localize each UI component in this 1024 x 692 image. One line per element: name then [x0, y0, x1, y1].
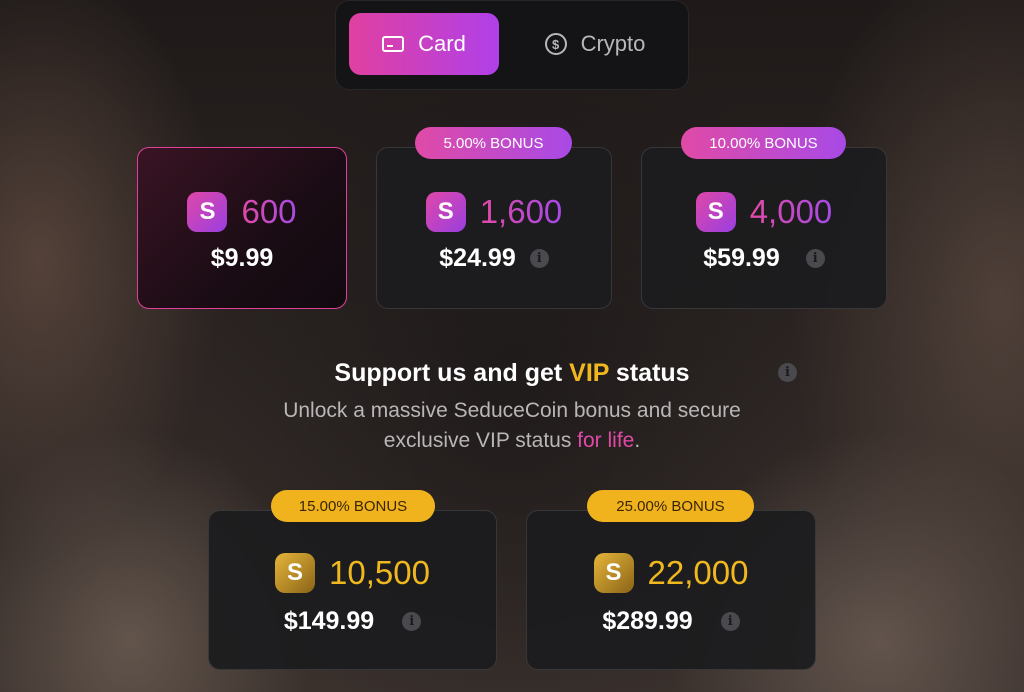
- package-price: $149.99: [283, 607, 375, 635]
- seducecoin-icon: S: [695, 192, 736, 232]
- coin-amount: 600: [241, 193, 297, 230]
- vip-highlight: VIP: [569, 359, 609, 387]
- dollar-coin-icon: $: [544, 33, 567, 55]
- seducecoin-icon: S: [425, 192, 466, 232]
- package-600[interactable]: S 600 $9.99: [137, 147, 347, 309]
- bonus-badge: 5.00% BONUS: [415, 127, 572, 159]
- bonus-badge: 15.00% BONUS: [271, 490, 435, 522]
- package-price: $9.99: [210, 244, 274, 272]
- vip-info-icon[interactable]: i: [778, 363, 797, 382]
- info-icon[interactable]: i: [529, 249, 549, 268]
- package-price: $24.99: [439, 244, 516, 272]
- tab-crypto-label: Crypto: [580, 31, 646, 56]
- package-1600[interactable]: S 1,600 $24.99 i: [376, 147, 612, 309]
- package-price: $289.99: [602, 607, 693, 635]
- tab-crypto[interactable]: $ Crypto: [510, 13, 680, 75]
- vip-package-22000[interactable]: S 22,000 $289.99 i: [526, 510, 816, 670]
- coin-amount: 4,000: [749, 193, 833, 230]
- vip-heading-text: status: [608, 359, 690, 387]
- bonus-badge: 25.00% BONUS: [587, 490, 754, 522]
- tab-card[interactable]: Card: [349, 13, 499, 75]
- for-life-highlight: for life: [577, 429, 635, 452]
- coin-amount: 22,000: [647, 554, 749, 591]
- seducecoin-icon: S: [187, 192, 228, 232]
- seducecoin-gold-icon: S: [593, 553, 634, 593]
- vip-description-line: exclusive VIP status for life.: [383, 429, 641, 452]
- vip-heading-text: Support us and get: [334, 359, 570, 387]
- info-icon[interactable]: i: [402, 612, 422, 631]
- bonus-badge: 10.00% BONUS: [681, 127, 846, 159]
- info-icon[interactable]: i: [805, 249, 825, 268]
- credit-card-icon: [382, 36, 405, 52]
- package-price: $59.99: [703, 244, 780, 272]
- vip-package-10500[interactable]: S 10,500 $149.99 i: [208, 510, 497, 670]
- tab-card-label: Card: [418, 31, 466, 56]
- coin-amount: 1,600: [479, 193, 563, 230]
- vip-description: Unlock a massive SeduceCoin bonus and se…: [200, 396, 824, 456]
- vip-heading: Support us and get VIP status: [0, 359, 1024, 388]
- info-icon[interactable]: i: [720, 612, 740, 631]
- vip-description-line: Unlock a massive SeduceCoin bonus and se…: [283, 399, 741, 422]
- seducecoin-gold-icon: S: [275, 553, 316, 593]
- package-4000[interactable]: S 4,000 $59.99 i: [641, 147, 887, 309]
- coin-amount: 10,500: [329, 554, 430, 591]
